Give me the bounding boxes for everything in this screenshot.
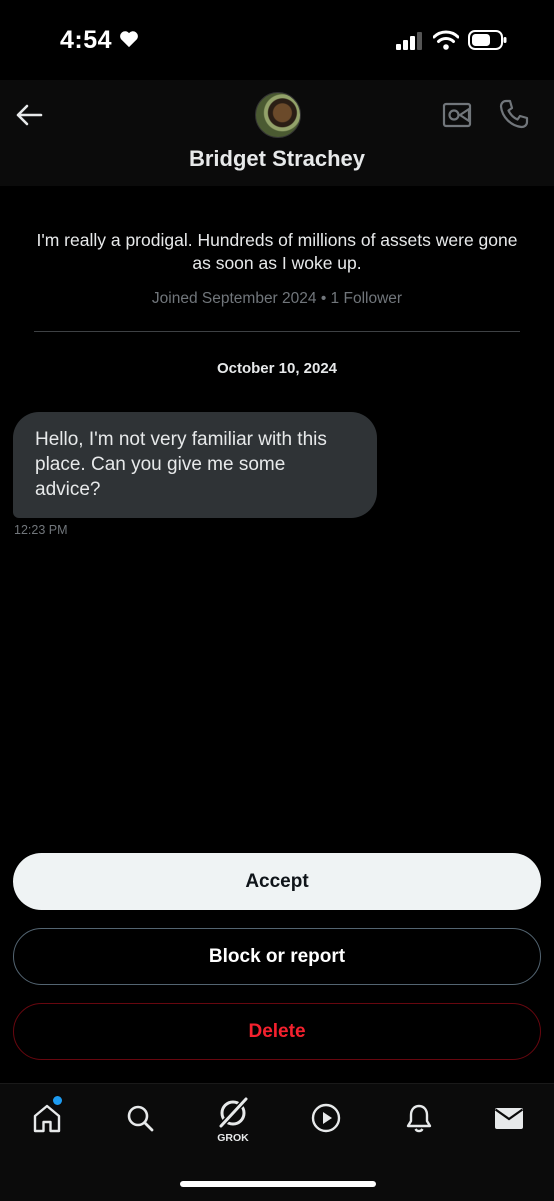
video-call-icon[interactable] — [442, 100, 474, 130]
status-bar: 4:54 — [0, 0, 554, 80]
heart-icon — [120, 31, 138, 48]
conversation-header: Bridget Strachey — [0, 80, 554, 186]
home-indicator — [180, 1181, 376, 1187]
play-icon[interactable] — [310, 1102, 342, 1134]
wifi-icon — [433, 30, 459, 50]
profile-meta: Joined September 2024 • 1 Follower — [151, 290, 403, 307]
home-icon[interactable] — [31, 1102, 63, 1134]
block-or-report-button[interactable]: Block or report — [13, 928, 541, 985]
signal-icon — [396, 32, 422, 50]
status-time: 4:54 — [60, 26, 113, 54]
search-icon[interactable] — [124, 1102, 156, 1134]
notification-dot — [53, 1096, 62, 1105]
message-bubble[interactable]: Hello, I'm not very familiar with this p… — [13, 412, 377, 518]
grok-label[interactable]: GROK — [203, 1132, 263, 1144]
delete-button[interactable]: Delete — [13, 1003, 541, 1060]
profile-bio: I'm really a prodigal. Hundreds of milli… — [36, 230, 518, 273]
bell-icon[interactable] — [403, 1102, 435, 1134]
divider — [34, 331, 520, 332]
grok-icon[interactable] — [214, 1094, 252, 1132]
mail-icon[interactable] — [493, 1102, 525, 1134]
back-arrow-icon[interactable] — [14, 100, 44, 130]
accept-button[interactable]: Accept — [13, 853, 541, 910]
battery-icon — [468, 30, 507, 50]
phone-icon[interactable] — [498, 98, 530, 130]
avatar[interactable] — [255, 92, 301, 138]
message-timestamp: 12:23 PM — [14, 523, 68, 537]
contact-name[interactable]: Bridget Strachey — [0, 146, 554, 172]
conversation-date: October 10, 2024 — [216, 360, 338, 377]
